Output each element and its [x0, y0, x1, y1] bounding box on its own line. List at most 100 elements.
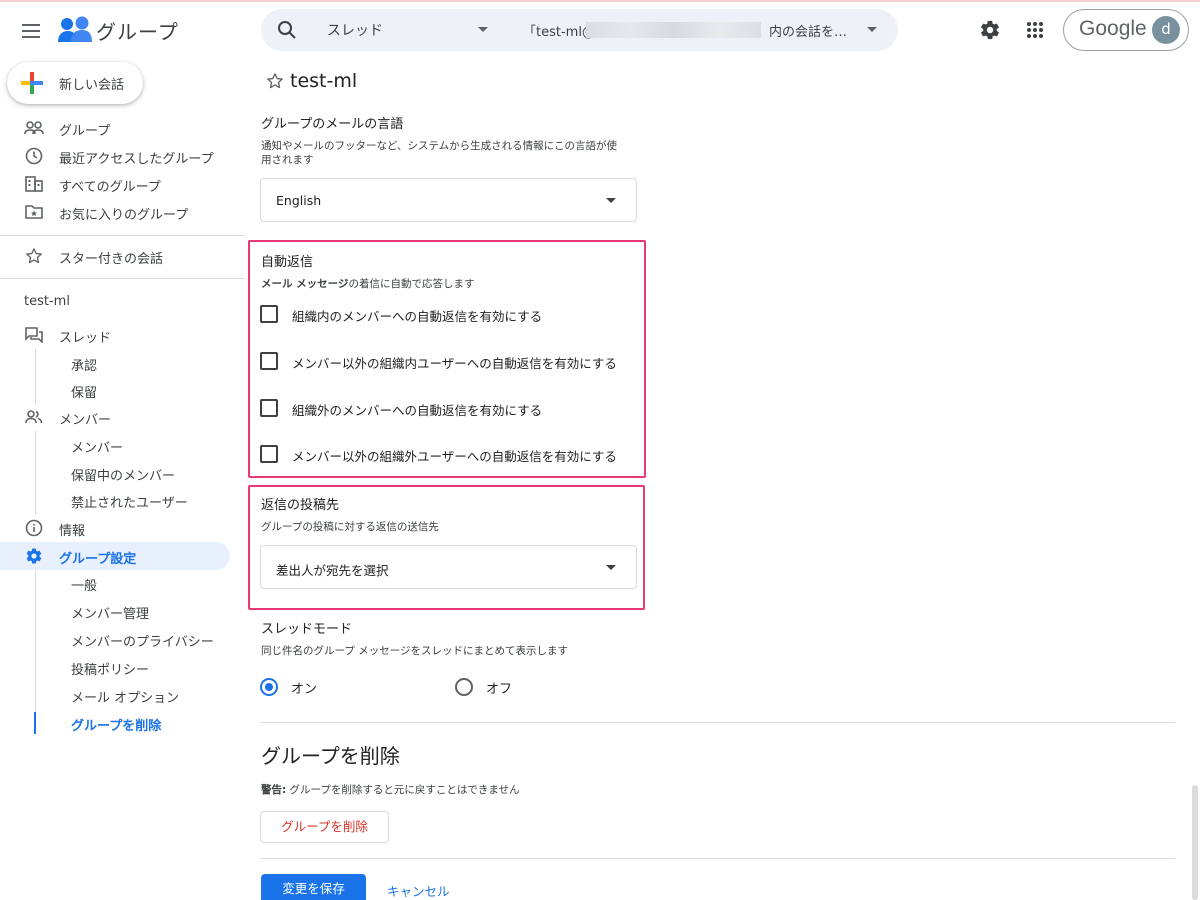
building-icon [24, 174, 44, 194]
new-conversation-button[interactable]: 新しい会話 [7, 62, 143, 104]
language-select-value: English [276, 193, 322, 208]
sidebar-item-general[interactable]: 一般 [0, 569, 230, 597]
search-icon[interactable] [277, 20, 297, 40]
sidebar-item-label: 情報 [59, 524, 86, 539]
sidebar-item-pending-members[interactable]: 保留中のメンバー [0, 459, 230, 487]
save-changes-button[interactable]: 変更を保存 [261, 874, 366, 900]
sidebar-divider [0, 278, 245, 279]
checkbox[interactable] [260, 399, 278, 417]
apps-grid-icon [1027, 22, 1043, 38]
sidebar-item-label: 禁止されたユーザー [71, 496, 188, 511]
thread-mode-on-label[interactable]: オン [291, 678, 317, 697]
sidebar-item-label: すべてのグループ [59, 180, 161, 195]
sidebar-item-label: スター付きの会話 [59, 252, 164, 267]
sidebar-item-label: メンバー [71, 441, 124, 456]
thread-mode-title: スレッドモード [261, 622, 353, 637]
groups-icon [24, 118, 44, 138]
page-title: test-ml [290, 70, 358, 92]
checkbox-label: メンバー以外の組織内ユーザーへの自動返信を有効にする [292, 356, 617, 371]
delete-warning-text: グループを削除すると元に戻すことはできません [286, 784, 520, 796]
delete-group-button[interactable]: グループを削除 [260, 811, 389, 843]
gear-icon [981, 20, 999, 40]
sidebar-item-favorite-groups[interactable]: お気に入りのグループ [0, 198, 230, 226]
auto-reply-title: 自動返信 [261, 255, 314, 270]
language-desc-line1: 通知やメールのフッターなど、システムから生成される情報にこの言語が使 [261, 140, 617, 152]
reply-to-select[interactable]: 差出人が宛先を選択 [260, 545, 637, 589]
sidebar-item-label: メール オプション [71, 691, 180, 706]
sidebar-item-label: メンバー管理 [71, 607, 150, 622]
sidebar-item-label: グループ設定 [59, 552, 137, 567]
section-divider [260, 722, 1175, 723]
reply-to-title: 返信の投稿先 [261, 498, 340, 513]
sidebar-item-label: 投稿ポリシー [71, 663, 150, 678]
sidebar-item-threads[interactable]: スレッド [0, 321, 230, 349]
sidebar-item-groups[interactable]: グループ [0, 114, 230, 142]
sidebar-item-members[interactable]: メンバー [0, 403, 230, 431]
checkbox-label: 組織外のメンバーへの自動返信を有効にする [292, 403, 543, 418]
folder-star-icon [24, 202, 44, 222]
sidebar-item-starred[interactable]: スター付きの会話 [0, 242, 230, 270]
checkbox[interactable] [260, 445, 278, 463]
search-query-prefix[interactable]: 「test-ml@ [523, 21, 595, 40]
sidebar-item-pending[interactable]: 保留 [0, 376, 230, 404]
checkbox-label: 組織内のメンバーへの自動返信を有効にする [292, 309, 543, 324]
thread-mode-off-radio[interactable] [455, 678, 473, 696]
search-query-suffix[interactable]: 内の会話を… [769, 21, 847, 40]
checkbox-label: メンバー以外の組織外ユーザーへの自動返信を有効にする [292, 449, 617, 464]
search-bar[interactable]: スレッド 「test-ml@ 内の会話を… [261, 9, 898, 51]
scrollbar[interactable] [1192, 785, 1198, 900]
sidebar-item-members-list[interactable]: メンバー [0, 431, 230, 459]
gear-icon [24, 546, 44, 566]
app-title[interactable]: グループ [96, 16, 179, 45]
sidebar-item-label: グループを削除 [71, 719, 162, 734]
sidebar-item-label: メンバーのプライバシー [71, 635, 214, 650]
delete-group-title: グループを削除 [261, 744, 400, 768]
sidebar-item-posting-policy[interactable]: 投稿ポリシー [0, 653, 230, 681]
section-divider [260, 858, 1175, 859]
star-icon [24, 246, 44, 266]
sidebar-item-info[interactable]: 情報 [0, 514, 230, 542]
avatar[interactable]: d [1152, 16, 1180, 44]
auto-reply-desc-rest: の着信に自動で応答します [348, 278, 475, 290]
delete-warning-label: 警告: [261, 784, 287, 796]
threads-icon [24, 325, 44, 345]
sidebar-item-banned-users[interactable]: 禁止されたユーザー [0, 486, 230, 514]
sidebar-item-label: お気に入りのグループ [59, 208, 189, 223]
sidebar-item-approve[interactable]: 承認 [0, 349, 230, 377]
clock-icon [24, 146, 44, 166]
chevron-down-icon[interactable] [867, 27, 877, 32]
sidebar-item-member-management[interactable]: メンバー管理 [0, 597, 230, 625]
main-menu-button[interactable] [16, 16, 46, 46]
cancel-button[interactable]: キャンセル [387, 881, 450, 900]
search-scope-select[interactable]: スレッド [327, 20, 383, 40]
thread-mode-on-radio[interactable] [260, 678, 278, 696]
sidebar-item-delete-group[interactable]: グループを削除 [0, 709, 230, 737]
reply-to-select-value: 差出人が宛先を選択 [276, 563, 389, 578]
checkbox[interactable] [260, 305, 278, 323]
sidebar-item-email-options[interactable]: メール オプション [0, 681, 230, 709]
language-title: グループのメールの言語 [261, 117, 404, 132]
sidebar-item-label: スレッド [59, 331, 112, 346]
members-icon [24, 407, 44, 427]
sidebar-item-label: 最近アクセスしたグループ [59, 152, 214, 167]
sidebar-divider [0, 235, 245, 236]
hamburger-icon [22, 24, 40, 38]
apps-button[interactable] [1021, 16, 1049, 44]
sidebar-item-group-settings[interactable]: グループ設定 [0, 542, 230, 570]
settings-button[interactable] [976, 16, 1004, 44]
chevron-down-icon[interactable] [478, 27, 488, 32]
sidebar-item-recent-groups[interactable]: 最近アクセスしたグループ [0, 142, 230, 170]
sidebar-item-label: グループ [59, 124, 111, 139]
sidebar-item-member-privacy[interactable]: メンバーのプライバシー [0, 625, 230, 653]
new-conversation-label: 新しい会話 [59, 78, 125, 93]
auto-reply-desc-bold: メール メッセージ [261, 278, 349, 290]
account-button[interactable]: Google d [1063, 9, 1189, 51]
groups-logo-icon[interactable] [58, 14, 92, 46]
thread-mode-off-label[interactable]: オフ [486, 678, 512, 697]
checkbox[interactable] [260, 352, 278, 370]
language-select[interactable]: English [260, 178, 637, 222]
sidebar-item-all-groups[interactable]: すべてのグループ [0, 170, 230, 198]
chevron-down-icon [606, 565, 616, 570]
google-wordmark: Google [1079, 17, 1147, 40]
star-icon[interactable] [266, 72, 284, 90]
